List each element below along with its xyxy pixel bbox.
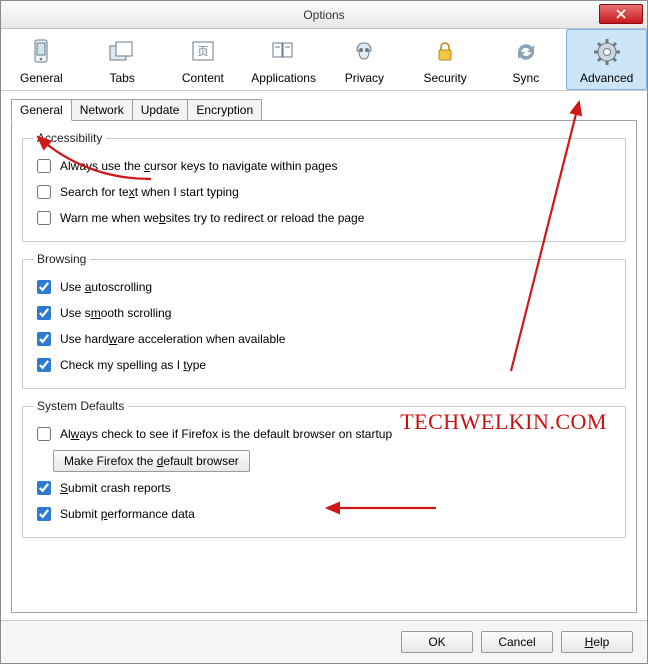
group-legend: Browsing	[33, 252, 90, 266]
checkbox-label: Use autoscrolling	[60, 280, 152, 294]
toolbar-security[interactable]: Security	[405, 29, 486, 90]
group-accessibility: Accessibility Always use the cursor keys…	[22, 131, 626, 242]
toolbar-tabs[interactable]: Tabs	[82, 29, 163, 90]
general-icon	[25, 36, 57, 68]
checkbox-perf-data[interactable]	[37, 507, 51, 521]
toolbar-label: Applications	[251, 71, 316, 85]
make-default-button[interactable]: Make Firefox the default browser	[53, 450, 250, 472]
lock-icon	[429, 36, 461, 68]
subtab-strip: General Network Update Encryption	[1, 91, 647, 121]
toolbar-label: Privacy	[345, 71, 384, 85]
content-icon: 页	[187, 36, 219, 68]
toolbar-label: Advanced	[580, 71, 633, 85]
tabs-icon	[106, 36, 138, 68]
checkbox-hw-accel[interactable]	[37, 332, 51, 346]
toolbar-label: General	[20, 71, 63, 85]
tab-general[interactable]: General	[11, 99, 72, 121]
checkbox-label: Search for text when I start typing	[60, 185, 239, 199]
svg-text:页: 页	[197, 46, 208, 58]
applications-icon	[268, 36, 300, 68]
toolbar-label: Security	[423, 71, 466, 85]
tab-panel: Accessibility Always use the cursor keys…	[11, 120, 637, 613]
options-window: Options General Tabs 页 Content	[0, 0, 648, 664]
toolbar-general[interactable]: General	[1, 29, 82, 90]
checkbox-label: Use smooth scrolling	[60, 306, 171, 320]
gear-icon	[591, 36, 623, 68]
checkbox-spellcheck[interactable]	[37, 358, 51, 372]
dialog-buttons: OK Cancel Help	[1, 620, 647, 663]
checkbox-search-typing[interactable]	[37, 185, 51, 199]
help-button[interactable]: Help	[561, 631, 633, 653]
checkbox-label: Check my spelling as I type	[60, 358, 206, 372]
group-legend: System Defaults	[33, 399, 128, 413]
category-toolbar: General Tabs 页 Content Applications Priv…	[1, 29, 647, 91]
toolbar-label: Sync	[513, 71, 540, 85]
checkbox-label: Submit crash reports	[60, 481, 171, 495]
tab-update[interactable]: Update	[132, 99, 189, 121]
checkbox-label: Warn me when websites try to redirect or…	[60, 211, 364, 225]
toolbar-applications[interactable]: Applications	[243, 29, 324, 90]
group-browsing: Browsing Use autoscrolling Use smooth sc…	[22, 252, 626, 389]
toolbar-sync[interactable]: Sync	[486, 29, 567, 90]
checkbox-label: Always use the cursor keys to navigate w…	[60, 159, 337, 173]
checkbox-cursor-keys[interactable]	[37, 159, 51, 173]
checkbox-check-default[interactable]	[37, 427, 51, 441]
toolbar-label: Content	[182, 71, 224, 85]
close-button[interactable]	[599, 4, 643, 24]
checkbox-smooth-scroll[interactable]	[37, 306, 51, 320]
group-system-defaults: System Defaults Always check to see if F…	[22, 399, 626, 538]
privacy-icon	[348, 36, 380, 68]
checkbox-label: Submit performance data	[60, 507, 195, 521]
toolbar-content[interactable]: 页 Content	[163, 29, 244, 90]
toolbar-label: Tabs	[109, 71, 134, 85]
checkbox-autoscroll[interactable]	[37, 280, 51, 294]
close-icon	[616, 9, 626, 19]
sync-icon	[510, 36, 542, 68]
toolbar-advanced[interactable]: Advanced	[566, 29, 647, 90]
toolbar-privacy[interactable]: Privacy	[324, 29, 405, 90]
titlebar: Options	[1, 1, 647, 29]
ok-button[interactable]: OK	[401, 631, 473, 653]
checkbox-crash-reports[interactable]	[37, 481, 51, 495]
tab-encryption[interactable]: Encryption	[187, 99, 262, 121]
checkbox-label: Use hardware acceleration when available	[60, 332, 285, 346]
group-legend: Accessibility	[33, 131, 106, 145]
checkbox-label: Always check to see if Firefox is the de…	[60, 427, 392, 441]
window-title: Options	[303, 8, 344, 22]
tab-network[interactable]: Network	[71, 99, 133, 121]
checkbox-warn-redirect[interactable]	[37, 211, 51, 225]
cancel-button[interactable]: Cancel	[481, 631, 553, 653]
